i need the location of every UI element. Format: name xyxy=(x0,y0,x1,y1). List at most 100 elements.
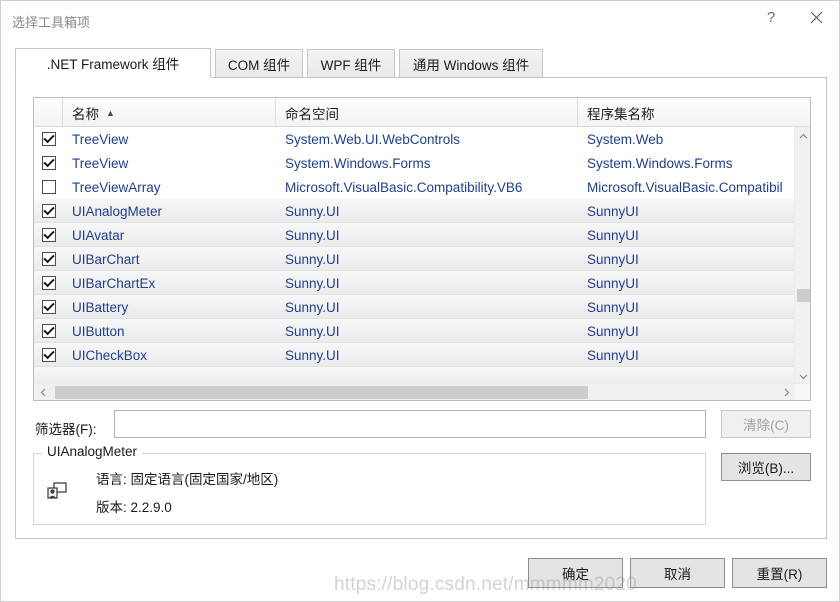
cell-assembly: SunnyUI xyxy=(587,347,639,363)
cell-namespace: Sunny.UI xyxy=(285,323,340,339)
tab-label: .NET Framework 组件 xyxy=(46,57,180,72)
checkbox-unchecked-icon[interactable] xyxy=(41,180,56,194)
checkbox-checked-icon[interactable] xyxy=(41,252,56,266)
tab-label: 通用 Windows 组件 xyxy=(412,57,530,73)
table-row[interactable]: UICheckBox Sunny.UI SunnyUI xyxy=(34,343,796,367)
tab-2[interactable]: WPF 组件 xyxy=(307,49,395,78)
cell-name: TreeView xyxy=(72,131,129,147)
cell-namespace: Sunny.UI xyxy=(285,203,340,219)
row-checkbox-cell[interactable] xyxy=(34,295,63,319)
scrollbar-corner xyxy=(795,384,810,400)
tab-content-panel: 名称 ▲ 命名空间 程序集名称 TreeView System.Web.UI.We… xyxy=(15,77,827,539)
cell-namespace: Sunny.UI xyxy=(285,347,340,363)
table-row[interactable]: UIBarChart Sunny.UI SunnyUI xyxy=(34,247,796,271)
select-toolbox-items-dialog: 选择工具箱项 ? .NET Framework 组件 COM 组件 WPF 组件 通用… xyxy=(0,0,840,602)
cell-name: UIButton xyxy=(72,323,125,339)
clear-button[interactable]: 清除(C) xyxy=(721,410,811,438)
column-header-namespace[interactable]: 命名空间 xyxy=(276,98,578,127)
checkbox-checked-icon[interactable] xyxy=(41,300,56,314)
cell-namespace: System.Web.UI.WebControls xyxy=(285,131,461,147)
cell-namespace: Sunny.UI xyxy=(285,299,340,315)
row-checkbox-cell[interactable] xyxy=(34,271,63,295)
table-row[interactable]: UIBattery Sunny.UI SunnyUI xyxy=(34,295,796,319)
ok-button[interactable]: 确定 xyxy=(528,558,623,588)
chevron-down-icon xyxy=(799,374,807,380)
listview-rows: TreeView System.Web.UI.WebControls System.… xyxy=(34,127,796,386)
dialog-footer: 确定 取消 重置(R) xyxy=(1,546,839,601)
component-version: 版本: 2.2.9.0 xyxy=(96,500,172,515)
column-header-assembly-label: 程序集名称 xyxy=(587,106,655,122)
checkbox-checked-icon[interactable] xyxy=(41,132,56,146)
cell-assembly: Microsoft.VisualBasic.Compatibil xyxy=(587,179,783,195)
cell-assembly: SunnyUI xyxy=(587,203,639,219)
cell-assembly: SunnyUI xyxy=(587,323,639,339)
chevron-right-icon xyxy=(784,388,789,396)
component-language: 语言: 固定语言(固定国家/地区) xyxy=(96,472,279,487)
filter-input[interactable] xyxy=(114,410,706,438)
row-checkbox-cell[interactable] xyxy=(34,199,63,223)
cell-name: TreeView xyxy=(72,155,129,171)
row-checkbox-cell[interactable] xyxy=(34,319,63,343)
listview-header: 名称 ▲ 命名空间 程序集名称 xyxy=(34,98,810,127)
cell-name: TreeViewArray xyxy=(72,179,161,195)
column-header-assembly[interactable]: 程序集名称 xyxy=(578,98,810,127)
tab-0[interactable]: .NET Framework 组件 xyxy=(15,48,211,78)
row-checkbox-cell[interactable] xyxy=(34,151,63,175)
table-row[interactable]: UIButton Sunny.UI SunnyUI xyxy=(34,319,796,343)
cancel-button[interactable]: 取消 xyxy=(630,558,725,588)
column-header-name-label: 名称 xyxy=(72,106,99,122)
tab-1[interactable]: COM 组件 xyxy=(215,49,303,78)
row-checkbox-cell[interactable] xyxy=(34,247,63,271)
checkbox-checked-icon[interactable] xyxy=(41,204,56,218)
horizontal-scrollbar-thumb[interactable] xyxy=(55,386,588,399)
component-details-group: UIAnalogMeter 语言: 固定语言(固定国家/地区) 版本: 2.2.… xyxy=(33,444,706,525)
column-header-namespace-label: 命名空间 xyxy=(285,106,339,122)
chevron-left-icon xyxy=(40,388,45,396)
tab-3[interactable]: 通用 Windows 组件 xyxy=(399,49,543,78)
cell-name: UIBarChart xyxy=(72,251,140,267)
checkbox-checked-icon[interactable] xyxy=(41,276,56,290)
titlebar: 选择工具箱项 ? xyxy=(1,1,839,38)
help-button[interactable]: ? xyxy=(748,1,794,33)
row-checkbox-cell[interactable] xyxy=(34,223,63,247)
scroll-right-button[interactable] xyxy=(778,384,795,400)
row-checkbox-cell[interactable] xyxy=(34,343,63,367)
checkbox-checked-icon[interactable] xyxy=(41,156,56,170)
cell-name: UICheckBox xyxy=(72,347,148,363)
filter-label: 筛选器(F): xyxy=(35,422,97,437)
reset-button[interactable]: 重置(R) xyxy=(732,558,827,588)
table-row[interactable]: UIAvatar Sunny.UI SunnyUI xyxy=(34,223,796,247)
column-header-name[interactable]: 名称 ▲ xyxy=(63,98,276,127)
table-row[interactable]: TreeViewArray Microsoft.VisualBasic.Compa… xyxy=(34,175,796,199)
table-row[interactable]: TreeView System.Web.UI.WebControls System.… xyxy=(34,127,796,151)
table-row[interactable]: UIAnalogMeter Sunny.UI SunnyUI xyxy=(34,199,796,223)
cell-assembly: SunnyUI xyxy=(587,275,639,291)
scroll-up-button[interactable] xyxy=(795,127,810,145)
tab-label: COM 组件 xyxy=(227,57,291,73)
column-header-checkbox[interactable] xyxy=(34,98,63,127)
component-icon xyxy=(47,482,67,499)
checkbox-checked-icon[interactable] xyxy=(41,324,56,338)
listview-vertical-scrollbar[interactable] xyxy=(794,127,810,386)
row-checkbox-cell[interactable] xyxy=(34,127,63,151)
cell-assembly: SunnyUI xyxy=(587,251,639,267)
component-details-legend: UIAnalogMeter xyxy=(42,444,143,459)
close-button[interactable] xyxy=(793,1,839,33)
cell-namespace: Sunny.UI xyxy=(285,227,340,243)
window-title: 选择工具箱项 xyxy=(12,15,91,30)
browse-button[interactable]: 浏览(B)... xyxy=(721,453,811,481)
checkbox-checked-icon[interactable] xyxy=(41,228,56,242)
table-row[interactable]: UIBarChartEx Sunny.UI SunnyUI xyxy=(34,271,796,295)
components-listview[interactable]: 名称 ▲ 命名空间 程序集名称 TreeView System.Web.UI.We… xyxy=(33,97,811,401)
cell-name: UIBarChartEx xyxy=(72,275,156,291)
row-checkbox-cell[interactable] xyxy=(34,175,63,199)
listview-horizontal-scrollbar[interactable] xyxy=(34,383,810,400)
vertical-scrollbar-thumb[interactable] xyxy=(797,289,810,302)
cell-assembly: SunnyUI xyxy=(587,227,639,243)
checkbox-checked-icon[interactable] xyxy=(41,348,56,362)
chevron-up-icon xyxy=(799,133,807,139)
scroll-left-button[interactable] xyxy=(34,384,51,400)
table-row[interactable]: TreeView System.Windows.Forms System.Windo… xyxy=(34,151,796,175)
cell-namespace: Microsoft.VisualBasic.Compatibility.VB6 xyxy=(285,179,523,195)
question-mark-icon: ? xyxy=(766,8,776,26)
